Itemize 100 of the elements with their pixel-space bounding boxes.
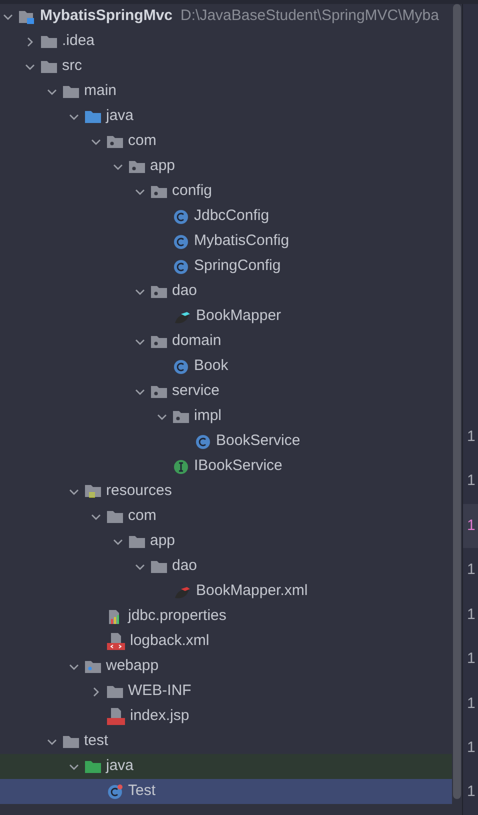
item-name: app bbox=[150, 531, 176, 552]
package-icon bbox=[151, 385, 167, 398]
item-name: BookService bbox=[216, 431, 300, 452]
tree-item[interactable]: resources bbox=[0, 479, 452, 504]
tree-item[interactable]: app bbox=[0, 154, 452, 179]
tree-item[interactable]: test bbox=[0, 729, 452, 754]
xml-file-icon bbox=[107, 633, 125, 650]
tree-item[interactable]: jdbc.properties bbox=[0, 604, 452, 629]
item-name: WEB-INF bbox=[128, 681, 192, 702]
item-name: main bbox=[84, 81, 117, 102]
package-icon bbox=[151, 185, 167, 198]
class-icon bbox=[173, 234, 189, 250]
tree-item[interactable]: SpringConfig bbox=[0, 254, 452, 279]
tree-item[interactable]: IBookService bbox=[0, 454, 452, 479]
item-name: config bbox=[172, 181, 212, 202]
tree-item[interactable]: main bbox=[0, 79, 452, 104]
item-name: domain bbox=[172, 331, 222, 352]
line-number: 1 bbox=[467, 738, 476, 758]
tree-item[interactable]: java bbox=[0, 754, 452, 779]
line-number: 1 bbox=[467, 782, 476, 802]
tree-item[interactable]: Book bbox=[0, 354, 452, 379]
tree-item[interactable]: src bbox=[0, 54, 452, 79]
item-path: D:\JavaBaseStudent\SpringMVC\Myba bbox=[180, 6, 439, 26]
item-name: test bbox=[84, 731, 108, 752]
line-number: 1 bbox=[467, 560, 476, 580]
item-name: java bbox=[106, 756, 134, 776]
folder-icon bbox=[63, 85, 79, 98]
module-icon bbox=[19, 8, 35, 24]
tree-item[interactable]: webapp bbox=[0, 654, 452, 679]
item-name: java bbox=[106, 106, 134, 126]
item-name: resources bbox=[106, 481, 172, 502]
item-name: dao bbox=[172, 281, 198, 302]
class-icon bbox=[173, 258, 189, 274]
tree-item[interactable]: logback.xml bbox=[0, 629, 452, 654]
class-icon bbox=[107, 784, 123, 800]
class-icon bbox=[173, 358, 189, 374]
tree-item[interactable]: app bbox=[0, 529, 452, 554]
tree-item[interactable]: com bbox=[0, 129, 452, 154]
resources-folder-icon bbox=[85, 484, 101, 500]
item-name: IBookService bbox=[194, 456, 282, 476]
interface-icon bbox=[173, 458, 189, 474]
tree-item[interactable]: domain bbox=[0, 329, 452, 354]
source-folder-icon bbox=[85, 110, 101, 123]
tree-item[interactable]: com bbox=[0, 504, 452, 529]
tree-item[interactable]: BookService bbox=[0, 429, 452, 454]
item-name: Book bbox=[194, 356, 228, 376]
tree-item[interactable]: config bbox=[0, 179, 452, 204]
test-folder-icon bbox=[85, 760, 101, 773]
line-number: 1 bbox=[467, 426, 476, 447]
item-name: BookMapper bbox=[196, 306, 282, 326]
tree-item[interactable]: service bbox=[0, 379, 452, 404]
tree-item[interactable]: BookMapper.xml bbox=[0, 579, 452, 604]
item-name: MybatisConfig bbox=[194, 231, 290, 252]
tree-item[interactable]: WEB-INF bbox=[0, 679, 452, 704]
package-icon bbox=[151, 285, 167, 298]
line-number: 1 bbox=[467, 471, 476, 492]
tree-item[interactable]: BookMapper bbox=[0, 304, 452, 329]
folder-icon bbox=[41, 60, 57, 73]
package-icon bbox=[151, 335, 167, 348]
folder-icon bbox=[107, 510, 123, 523]
tree-item[interactable]: index.jsp bbox=[0, 704, 452, 729]
item-name: logback.xml bbox=[130, 631, 210, 652]
tree-item[interactable]: dao bbox=[0, 279, 452, 304]
folder-icon bbox=[107, 685, 123, 698]
item-name: src bbox=[62, 56, 82, 76]
item-name: com bbox=[128, 131, 156, 152]
package-icon bbox=[173, 410, 189, 423]
tree-item[interactable]: impl bbox=[0, 404, 452, 429]
item-name: dao bbox=[172, 556, 198, 576]
item-name: JdbcConfig bbox=[194, 206, 270, 226]
tree-item[interactable]: dao bbox=[0, 554, 452, 579]
item-name: Test bbox=[128, 781, 156, 802]
jsp-file-icon bbox=[107, 708, 125, 725]
tree-item[interactable]: java bbox=[0, 104, 452, 129]
folder-icon bbox=[151, 560, 167, 573]
folder-icon bbox=[129, 535, 145, 548]
item-name: service bbox=[172, 381, 220, 402]
class-icon bbox=[195, 434, 211, 450]
folder-icon bbox=[41, 35, 57, 48]
tree-item[interactable]: .idea bbox=[0, 29, 452, 54]
package-icon bbox=[129, 160, 145, 173]
item-name: index.jsp bbox=[130, 706, 190, 726]
scrollbar-thumb[interactable] bbox=[453, 4, 461, 799]
item-name: BookMapper.xml bbox=[196, 581, 308, 602]
line-number: 1 bbox=[467, 649, 476, 670]
tree-item[interactable]: MybatisSpringMvc D:\JavaBaseStudent\SpringMVC\Myba bbox=[0, 4, 452, 29]
item-name: jdbc.properties bbox=[128, 606, 226, 626]
tree-item[interactable]: Test bbox=[0, 779, 452, 804]
item-name: SpringConfig bbox=[194, 256, 281, 276]
web-folder-icon bbox=[85, 660, 101, 673]
package-icon bbox=[107, 135, 123, 148]
item-name: com bbox=[128, 506, 156, 526]
folder-icon bbox=[63, 735, 79, 748]
tree-item[interactable]: MybatisConfig bbox=[0, 229, 452, 254]
item-name: MybatisSpringMvc bbox=[40, 6, 173, 26]
line-number: 1 bbox=[467, 516, 476, 536]
tree-item[interactable]: JdbcConfig bbox=[0, 204, 452, 229]
class-icon bbox=[173, 208, 189, 224]
item-name: .idea bbox=[62, 31, 95, 52]
item-name: impl bbox=[194, 406, 222, 426]
